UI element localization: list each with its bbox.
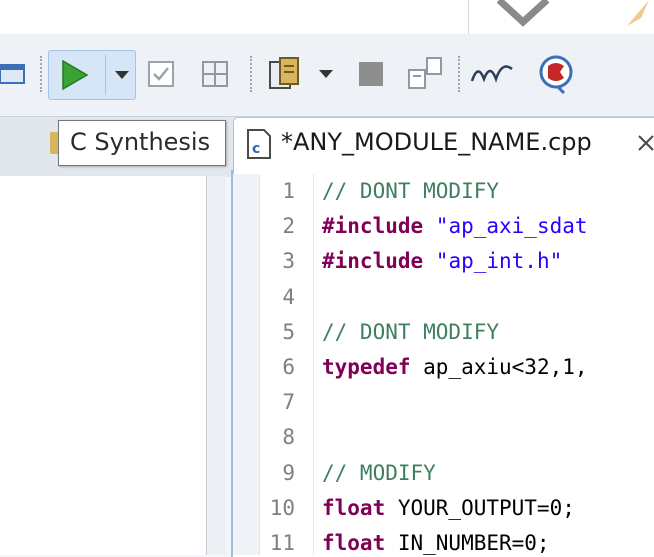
line-number: 1 [282,179,295,203]
line-number: 4 [282,285,295,309]
close-icon[interactable] [491,0,561,30]
code-comment: // DONT MODIFY [322,320,500,344]
code-string: "ap_int.h" [423,249,563,273]
console-button[interactable] [0,54,30,94]
line-number: 2 [282,214,295,238]
line-number: 8 [282,425,295,449]
gutter-divider [313,172,314,555]
code-text: IN_NUMBER=0; [385,531,550,555]
clipboard-dropdown[interactable] [316,54,336,94]
line-number: 10 [269,496,295,520]
close-tab-icon[interactable] [636,132,654,156]
lightning-icon [627,0,649,26]
line-number: 3 [282,249,295,273]
code-keyword: #include [322,249,424,273]
code-keyword: float [322,531,386,555]
waveform-icon [470,65,513,83]
code-comment: // MODIFY [322,461,436,485]
line-number: 7 [282,390,295,414]
toolbar-separator [250,56,252,92]
code-comment: // DONT MODIFY [322,179,500,203]
analysis-icon [539,55,573,94]
checkbox-button[interactable] [146,54,176,94]
code-line[interactable]: typedef ap_axiu<32,1, [322,355,588,379]
line-number: 11 [269,531,295,555]
explorer-tree[interactable] [0,176,207,555]
clipboard-button[interactable] [262,54,306,94]
cpp-file-icon: c [247,129,271,159]
code-line[interactable]: #include "ap_int.h" [322,249,562,273]
analysis-button[interactable] [532,54,580,94]
code-line[interactable]: float IN_NUMBER=0; [322,531,550,555]
clipboard-icon [269,57,299,89]
code-keyword: float [322,496,386,520]
console-icon [0,64,25,84]
code-keyword: typedef [322,355,411,379]
run-synthesis-button[interactable] [48,50,136,100]
layout-icon [408,57,442,89]
editor-ruler [233,172,260,555]
code-text: ap_axiu<32,1, [410,355,588,379]
grid-icon [202,61,228,87]
dropdown-arrow-icon [319,70,333,78]
svg-text:c: c [252,141,260,157]
stop-icon [359,62,383,86]
toolbar-separator [458,56,460,92]
waveform-button[interactable] [468,54,516,94]
code-line[interactable]: // MODIFY [322,461,436,485]
code-line[interactable]: #include "ap_axi_sdat [322,214,588,238]
stop-button[interactable] [354,54,388,94]
code-line[interactable]: // DONT MODIFY [322,320,499,344]
code-line[interactable]: // DONT MODIFY [322,179,499,203]
dropdown-arrow-icon [114,71,129,79]
code-line[interactable]: float YOUR_OUTPUT=0; [322,496,575,520]
line-number: 5 [282,320,295,344]
run-icon [61,59,88,91]
code-keyword: #include [322,214,424,238]
checkbox-icon [148,61,174,87]
editor-tab-label: *ANY_MODULE_NAME.cpp [281,128,592,156]
toolbar-separator [40,56,42,92]
line-number: 6 [282,355,295,379]
tooltip-text: C Synthesis [70,128,211,156]
grid-button[interactable] [198,54,232,94]
layout-button[interactable] [406,54,444,94]
line-number: 9 [282,461,295,485]
code-string: "ap_axi_sdat [423,214,588,238]
code-text: YOUR_OUTPUT=0; [385,496,575,520]
